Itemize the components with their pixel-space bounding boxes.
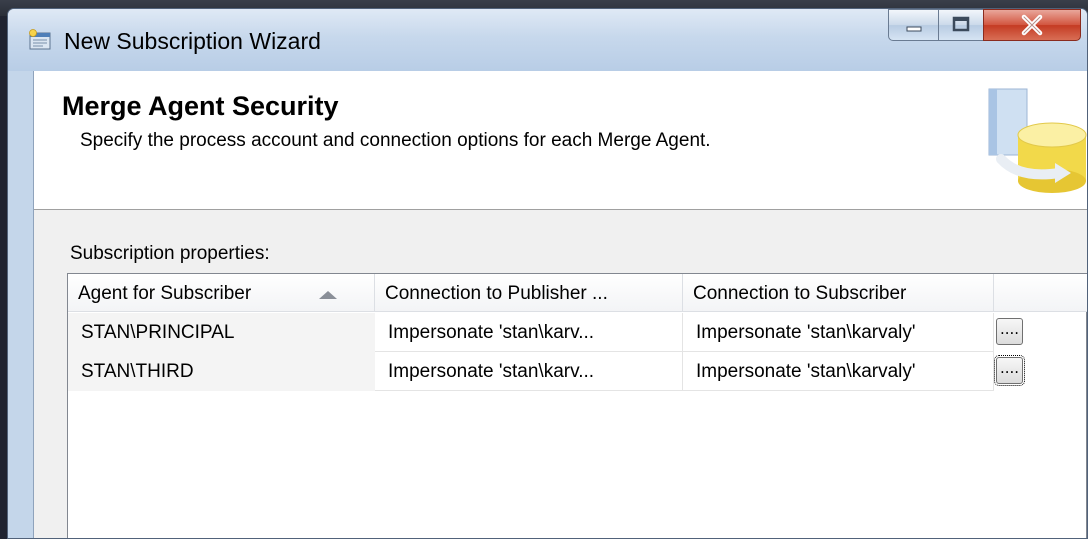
maximize-button[interactable] [938, 9, 984, 41]
wizard-window: New Subscription Wizard Merge Agent Secu… [7, 8, 1088, 539]
page-title: Merge Agent Security [62, 91, 339, 121]
sort-ascending-icon [319, 291, 337, 299]
minimize-icon [906, 26, 922, 32]
agent-security-ellipsis-button[interactable]: .... [996, 318, 1023, 345]
subscriber-connection-cell[interactable]: Impersonate 'stan\karvaly' [683, 352, 994, 391]
column-header-subscriber-connection[interactable]: Connection to Subscriber [683, 274, 994, 312]
page-header: Merge Agent Security Specify the process… [34, 71, 1087, 210]
agent-security-ellipsis-button[interactable]: .... [994, 355, 1025, 386]
database-book-art [988, 88, 1087, 193]
page-description: Specify the process account and connecti… [80, 130, 711, 151]
table-row[interactable]: STAN\THIRD Impersonate 'stan\karv... Imp… [68, 352, 1086, 391]
caption-buttons [888, 9, 1081, 41]
wizard-client-area: Merge Agent Security Specify the process… [33, 71, 1087, 538]
window-title: New Subscription Wizard [64, 28, 321, 54]
subscription-properties-grid[interactable]: Agent for Subscriber Connection to Publi… [67, 273, 1087, 538]
title-bar[interactable]: New Subscription Wizard [8, 9, 1087, 71]
agent-cell: STAN\THIRD [68, 352, 375, 391]
maximize-icon [952, 16, 970, 32]
publisher-connection-cell[interactable]: Impersonate 'stan\karv... [375, 313, 683, 352]
publisher-connection-cell[interactable]: Impersonate 'stan\karv... [375, 352, 683, 391]
close-icon [1021, 14, 1043, 36]
close-button[interactable] [983, 9, 1081, 41]
column-header-blank [994, 274, 1087, 312]
table-row[interactable]: STAN\PRINCIPAL Impersonate 'stan\karv...… [68, 313, 1086, 352]
column-header-publisher-connection[interactable]: Connection to Publisher ... [375, 274, 683, 312]
subscriber-connection-cell[interactable]: Impersonate 'stan\karvaly' [683, 313, 994, 352]
agent-cell: STAN\PRINCIPAL [68, 313, 375, 352]
subscription-properties-label: Subscription properties: [70, 243, 270, 264]
column-header-agent[interactable]: Agent for Subscriber [68, 274, 375, 312]
minimize-button[interactable] [888, 9, 939, 41]
wizard-app-icon [29, 29, 51, 50]
